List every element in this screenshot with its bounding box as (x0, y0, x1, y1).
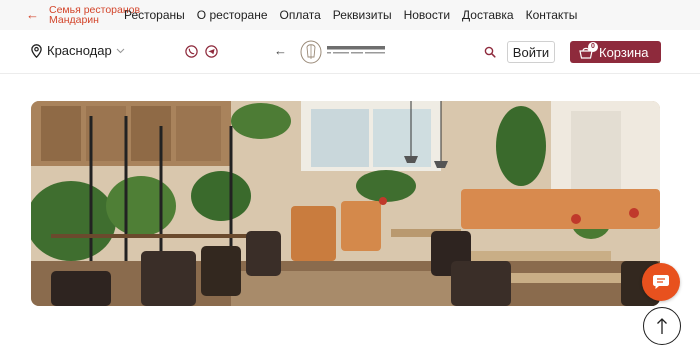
chevron-down-icon (116, 48, 125, 53)
header-bar: Краснодар ← Войти 0 Корзина (0, 30, 700, 74)
nav-item-about[interactable]: О ресторане (197, 8, 268, 22)
arrow-up-icon (657, 318, 667, 334)
restaurant-logo[interactable] (297, 39, 392, 65)
nav-item-restaurants[interactable]: Рестораны (124, 8, 185, 22)
arrow-left-icon[interactable]: ← (274, 43, 287, 58)
scroll-to-top-button[interactable] (643, 307, 681, 345)
cart-label: Корзина (599, 44, 649, 60)
nav-item-contacts[interactable]: Контакты (526, 8, 578, 22)
main-nav: Рестораны О ресторане Оплата Реквизиты Н… (124, 8, 577, 22)
nav-item-delivery[interactable]: Доставка (462, 8, 514, 22)
city-selector[interactable]: Краснодар (31, 43, 125, 58)
chat-bubble-icon (653, 275, 669, 289)
cart-count-badge: 0 (588, 42, 598, 52)
telegram-icon[interactable] (205, 45, 218, 58)
city-name: Краснодар (47, 43, 112, 58)
chat-button[interactable] (642, 263, 680, 301)
top-navigation-bar: ← Семья ресторанов Мандарин Рестораны О … (0, 0, 700, 30)
cart-button[interactable]: 0 Корзина (570, 41, 661, 63)
restaurant-interior-photo (31, 101, 660, 306)
nav-item-payment[interactable]: Оплата (280, 8, 321, 22)
nav-item-requisites[interactable]: Реквизиты (333, 8, 392, 22)
nav-item-news[interactable]: Новости (404, 8, 450, 22)
whatsapp-icon[interactable] (185, 45, 198, 58)
arrow-left-icon: ← (26, 7, 39, 22)
back-to-family-link[interactable]: ← Семья ресторанов Мандарин (26, 5, 140, 26)
search-icon[interactable] (484, 46, 496, 58)
location-pin-icon (31, 43, 42, 58)
login-button[interactable]: Войти (507, 41, 555, 63)
